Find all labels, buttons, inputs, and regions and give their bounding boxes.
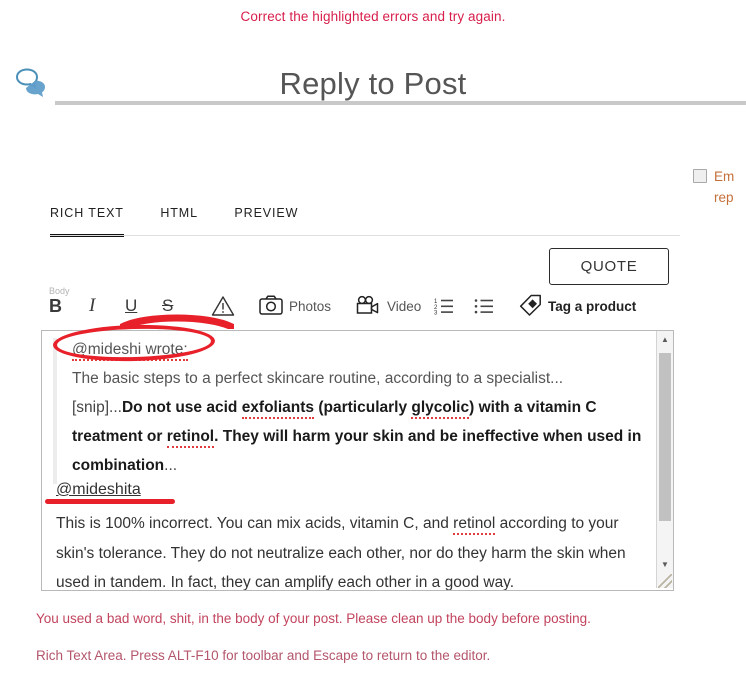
ordered-list-button[interactable]: 1 2 3 (434, 292, 454, 320)
strikethrough-glyph: S (162, 296, 174, 315)
reply-body-text: This is 100% incorrect. You can mix acid… (56, 515, 626, 590)
editor-tabs: RICH TEXT HTML PREVIEW (50, 204, 330, 237)
quote-snip-block: [snip]...Do not use acid exfoliants (par… (72, 393, 642, 480)
email-reply-checkbox[interactable] (693, 169, 707, 183)
italic-button[interactable]: I (89, 292, 95, 320)
camera-icon (259, 294, 283, 318)
rich-text-editor[interactable]: @mideshi wrote: The basic steps to a per… (41, 330, 674, 591)
quote-button[interactable]: QUOTE (549, 248, 669, 285)
resize-grip-icon[interactable] (658, 574, 672, 588)
reply-to-post-screen: Correct the highlighted errors and try a… (0, 0, 746, 680)
editor-content[interactable]: @mideshi wrote: The basic steps to a per… (42, 331, 656, 590)
video-label: Video (387, 298, 422, 314)
quote-trailing: ... (164, 457, 178, 474)
tabs-divider (50, 235, 680, 236)
page-title: Reply to Post (279, 66, 467, 101)
underline-button[interactable]: U (125, 292, 137, 320)
scroll-up-arrow-icon[interactable]: ▲ (657, 331, 673, 347)
quote-line-1: The basic steps to a perfect skincare ro… (72, 370, 564, 387)
photos-label: Photos (289, 298, 332, 314)
editor-scrollbar[interactable]: ▲ ▼ (656, 331, 673, 588)
tab-rich-text[interactable]: RICH TEXT (50, 206, 124, 237)
photos-button[interactable]: Photos (259, 292, 331, 320)
svg-text:3: 3 (434, 311, 438, 316)
quote-bold-text: Do not use acid exfoliants (particularly… (72, 399, 642, 474)
spellcheck-word: retinol (453, 515, 496, 535)
video-button[interactable]: Video (355, 292, 421, 320)
editor-toolbar: Body B I U S Photos Video 1 2 3 Tag a pr… (41, 286, 669, 328)
tag-a-product-label: Tag a product (548, 298, 637, 314)
tab-preview[interactable]: PREVIEW (234, 206, 298, 234)
bold-glyph: B (49, 295, 62, 316)
body-format-label: Body (49, 286, 70, 296)
bad-word-error-message: You used a bad word, shit, in the body o… (36, 611, 591, 626)
quote-snip-prefix: [snip]... (72, 399, 122, 416)
reply-handle-text: @mideshita (56, 481, 141, 501)
quote-attribution-text: @mideshi wrote: (72, 341, 188, 361)
video-camera-icon (355, 295, 381, 318)
blockquote-bar (53, 338, 57, 484)
scrollbar-thumb[interactable] (659, 353, 671, 521)
spellcheck-word: glycolic (411, 399, 470, 419)
reply-handle: @mideshita (56, 481, 141, 501)
header-divider (55, 101, 746, 105)
bold-button[interactable]: Body B (49, 286, 70, 320)
validation-banner: Correct the highlighted errors and try a… (240, 9, 506, 24)
quoted-post: @mideshi wrote: The basic steps to a per… (72, 331, 642, 480)
underline-glyph: U (125, 296, 138, 315)
warning-icon[interactable] (211, 292, 235, 320)
spellcheck-word: retinol (166, 428, 215, 448)
email-reply-label: Em rep (714, 169, 735, 205)
tag-a-product-button[interactable]: Tag a product (518, 292, 636, 320)
tab-html[interactable]: HTML (160, 206, 198, 234)
italic-glyph: I (89, 295, 96, 316)
scroll-down-arrow-icon[interactable]: ▼ (657, 556, 673, 572)
tag-icon (518, 294, 542, 319)
spellcheck-word: exfoliants (241, 399, 315, 419)
editor-accessibility-hint: Rich Text Area. Press ALT-F10 for toolba… (36, 648, 491, 663)
strikethrough-button[interactable]: S (162, 292, 173, 320)
quote-attribution: @mideshi wrote: (72, 335, 642, 364)
unordered-list-button[interactable] (474, 292, 494, 320)
